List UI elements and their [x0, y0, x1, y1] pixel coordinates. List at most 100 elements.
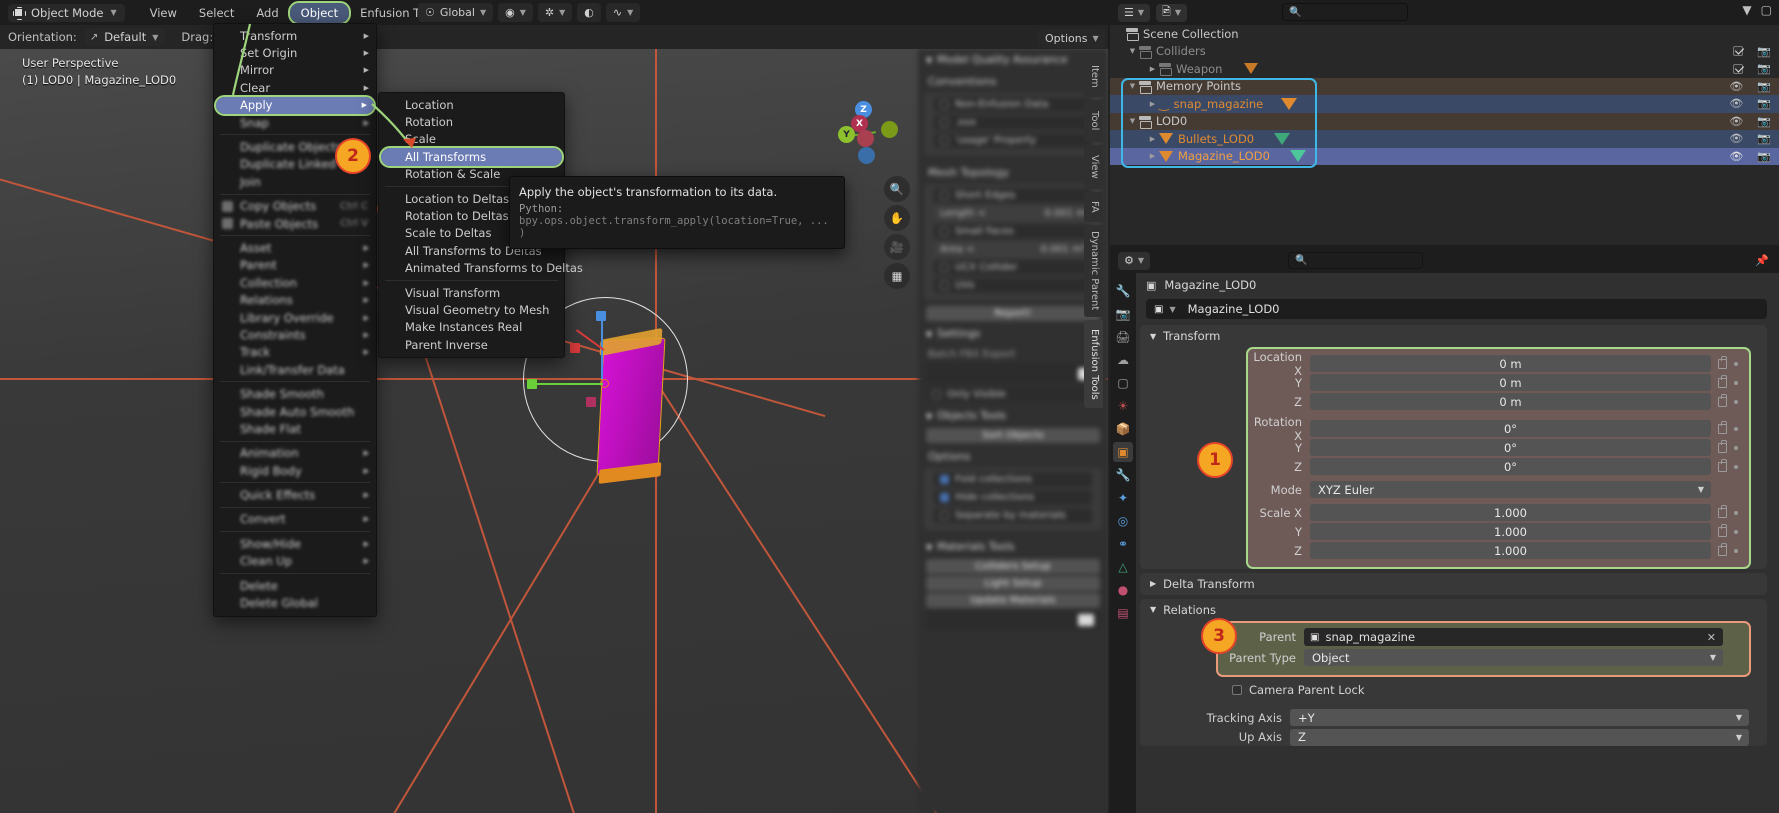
outliner-editor[interactable]: ☰ ▼ 🖻 ▼ 🔍 ▼ ▢ Scene Collection ▼ Collide… [1110, 0, 1779, 245]
outliner-row-snap-magazine[interactable]: ▶ ‿ snap_magazine 👁 📷 [1110, 95, 1779, 113]
disclosure-triangle-icon-mp[interactable]: ▼ [1126, 82, 1139, 90]
menu-item-parent[interactable]: Parent ▶ [214, 257, 376, 274]
menu-item-clean-up[interactable]: Clean Up ▶ [214, 553, 376, 570]
gizmo-ball-negz[interactable] [858, 147, 875, 164]
lock-icon[interactable] [1718, 374, 1727, 388]
sidebar-panel[interactable]: ▼ Model Quality Assurance Conventions No… [918, 49, 1108, 813]
animate-dot-icon[interactable] [1734, 548, 1738, 553]
gizmo-ball-negy[interactable] [881, 121, 898, 138]
menu-object[interactable]: Object [287, 0, 352, 25]
disclosure-triangle-icon-bullets[interactable]: ▶ [1146, 135, 1159, 143]
menu-item-show-hide[interactable]: Show/Hide ▶ [214, 535, 376, 552]
outliner-row-memory-points[interactable]: ▼ Memory Points 👁 📷 [1110, 77, 1779, 95]
row-length[interactable]: Length <0.001 m [934, 206, 1092, 221]
relations-header[interactable]: ▼ Relations [1140, 599, 1767, 621]
animate-dot-icon[interactable] [1734, 380, 1738, 385]
row-non-enfusion-data[interactable]: Non-Enfusion Data [934, 97, 1092, 112]
menu-item-collection[interactable]: Collection ▶ [214, 274, 376, 291]
value-rotation-x[interactable]: 0° [1310, 420, 1711, 438]
submenu-item-location[interactable]: Location [379, 96, 564, 113]
animate-dot-icon[interactable] [1734, 361, 1738, 366]
disclosure-triangle-icon-mag[interactable]: ▶ [1146, 152, 1159, 160]
tab-material-icon[interactable]: ● [1113, 580, 1133, 600]
disclosure-triangle-icon-snap[interactable]: ▶ [1146, 100, 1159, 108]
tab-texture-icon[interactable]: ▤ [1113, 603, 1133, 623]
visibility-eye-icon-snap[interactable]: 👁 [1729, 97, 1743, 110]
dropdown-rotation-mode[interactable]: XYZ Euler ▼ [1310, 481, 1711, 499]
menu-item-link-transfer-data[interactable]: Link/Transfer Data [214, 361, 376, 378]
animate-dot-icon[interactable] [1734, 426, 1738, 431]
field-location-y[interactable]: Y 0 m [1248, 374, 1745, 392]
outliner-row-toggles-colliders[interactable]: 📷 [1733, 45, 1771, 58]
value-scale-z[interactable]: 1.000 [1310, 542, 1711, 560]
animate-dot-icon[interactable] [1734, 529, 1738, 534]
tab-tool[interactable]: Tool [1084, 100, 1103, 142]
ortho-grid-icon[interactable]: ▦ [884, 263, 910, 289]
properties-editor-type-dropdown[interactable]: ⚙ ▼ [1118, 251, 1151, 270]
outliner-row-toggles-weapon[interactable]: 📷 [1733, 62, 1771, 75]
tab-view[interactable]: View [1084, 145, 1103, 189]
submenu-item-animated-transforms-to-deltas[interactable]: Animated Transforms to Deltas [379, 260, 583, 277]
disclosure-triangle-icon-weapon[interactable]: ▶ [1146, 65, 1159, 73]
dropdown-parent-type[interactable]: Object ▼ [1304, 649, 1723, 666]
menu-item-quick-effects[interactable]: Quick Effects ▶ [214, 486, 376, 503]
gizmo-handle-x[interactable] [570, 343, 580, 353]
snap-toggle[interactable]: ✲ ▼ [537, 3, 573, 22]
row-only-visible[interactable]: Only Visible [926, 387, 1100, 402]
gizmo-handle-y[interactable] [527, 379, 537, 389]
outliner-row-bullets-lod0[interactable]: ▶ Bullets_LOD0 👁 📷 [1110, 130, 1779, 148]
camera-render-icon-mp[interactable]: 📷 [1757, 80, 1771, 93]
menu-select[interactable]: Select [188, 3, 245, 23]
magazine-mesh[interactable] [596, 337, 666, 476]
field-location-x[interactable]: Location X 0 m [1248, 350, 1745, 378]
lock-icon[interactable] [1718, 420, 1727, 434]
field-scale-x[interactable]: Scale X 1.000 [1248, 504, 1745, 522]
sort-objects-button[interactable]: Sort Objects [926, 428, 1100, 443]
orientation-dropdown[interactable]: ↗ Default ▼ [84, 28, 166, 46]
submenu-item-all-transforms[interactable]: All Transforms [379, 146, 564, 168]
outliner-row-magazine-lod0[interactable]: ▶ Magazine_LOD0 👁 📷 [1110, 147, 1779, 165]
menu-item-rigid-body[interactable]: Rigid Body ▶ [214, 462, 376, 479]
row-usage-property[interactable]: 'usage' Property [934, 133, 1092, 148]
pan-hand-icon[interactable]: ✋ [884, 205, 910, 231]
zoom-icon[interactable]: 🔍 [884, 176, 910, 202]
lock-icon[interactable] [1718, 355, 1727, 369]
panel-header-model-qa[interactable]: ▼ Model Quality Assurance [918, 49, 1108, 70]
tab-view-layer-icon[interactable]: ☁ [1113, 350, 1133, 370]
dropdown-tracking-axis[interactable]: +Y ▼ [1290, 709, 1749, 727]
lock-icon[interactable] [1718, 504, 1727, 518]
update-materials-button[interactable]: Update Materials [926, 593, 1100, 608]
value-rotation-y[interactable]: 0° [1310, 439, 1711, 457]
snap-pivot-dropdown[interactable]: ◉ ▼ [498, 3, 533, 22]
submenu-item-make-instances-real[interactable]: Make Instances Real [379, 319, 564, 336]
submenu-item-rotation[interactable]: Rotation [379, 113, 564, 130]
chevron-down-icon-objname[interactable]: ▼ [1169, 305, 1175, 314]
animate-dot-icon[interactable] [1734, 510, 1738, 515]
camera-render-icon-lod0[interactable]: 📷 [1757, 115, 1771, 128]
gizmo-axis-y[interactable] [533, 383, 603, 385]
field-parent[interactable]: Parent ▣ snap_magazine ✕ [1218, 628, 1745, 647]
menu-item-delete-global[interactable]: Delete Global [214, 594, 376, 611]
menu-item-constraints[interactable]: Constraints ▶ [214, 326, 376, 343]
row-file-path[interactable] [926, 363, 1100, 384]
options-dropdown[interactable]: Options ▼ [1038, 29, 1106, 48]
outliner-row-weapon[interactable]: ▶ Weapon 📷 [1110, 60, 1779, 78]
field-parent-type[interactable]: Parent Type Object ▼ [1218, 648, 1745, 667]
menu-add[interactable]: Add [245, 3, 289, 23]
lock-icon[interactable] [1718, 542, 1727, 556]
outliner-tree[interactable]: Scene Collection ▼ Colliders 📷 ▶ Weapon … [1110, 25, 1779, 165]
row-materials-path[interactable] [926, 610, 1100, 630]
menu-item-delete[interactable]: Delete [214, 577, 376, 594]
row-short-edges[interactable]: Short Edges [934, 188, 1092, 203]
tab-scene-icon[interactable]: ▢ [1113, 373, 1133, 393]
report-button[interactable]: Report! [926, 306, 1100, 321]
value-rotation-z[interactable]: 0° [1310, 458, 1711, 476]
properties-pin-icon[interactable]: 📌 [1755, 254, 1769, 267]
menu-item-animation[interactable]: Animation ▶ [214, 445, 376, 462]
tab-data-icon[interactable]: △ [1113, 557, 1133, 577]
menu-view[interactable]: View [139, 3, 188, 23]
submenu-item-parent-inverse[interactable]: Parent Inverse [379, 336, 564, 353]
lock-icon[interactable] [1718, 393, 1727, 407]
menu-item-snap[interactable]: Snap ▶ [214, 114, 376, 131]
disclosure-triangle-icon-lod0[interactable]: ▼ [1126, 117, 1139, 125]
